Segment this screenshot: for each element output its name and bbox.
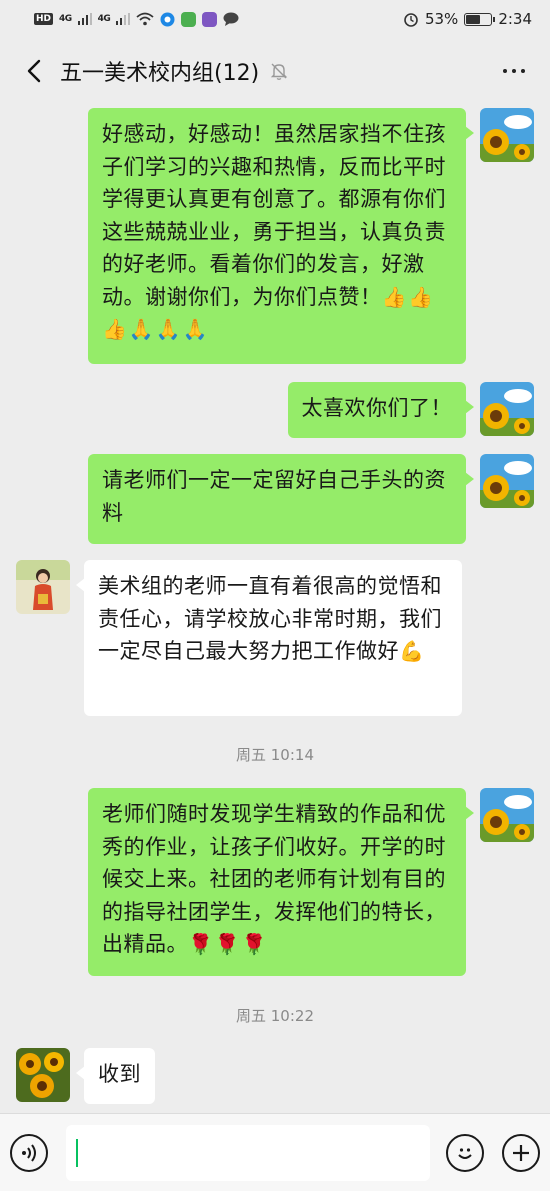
more-button[interactable]	[494, 53, 534, 89]
timestamp: 周五 10:14	[236, 746, 314, 764]
message-bubble[interactable]: 老师们随时发现学生精致的作品和优秀的作业，让孩子们收好。开学的时候交上来。社团的…	[88, 788, 474, 976]
message-bubble[interactable]: 收到	[76, 1048, 155, 1104]
message-row: 美术组的老师一直有着很高的觉悟和责任心，请学校放心非常时期，我们一定尽自己最大努…	[16, 560, 462, 716]
avatar-sunflower[interactable]	[480, 788, 534, 842]
message-bubble-icon	[223, 12, 239, 26]
battery-icon	[464, 12, 496, 26]
message-text: 美术组的老师一直有着很高的觉悟和责任心，请学校放心非常时期，我们一定尽自己最大努…	[98, 574, 442, 663]
avatar-sunflower[interactable]	[480, 382, 534, 436]
message-input[interactable]	[66, 1124, 430, 1181]
message-text: 老师们随时发现学生精致的作品和优秀的作业，让孩子们收好。开学的时候交上来。社团的…	[102, 802, 446, 956]
signal-4g-1: 4G	[59, 14, 72, 24]
signal-4g-2: 4G	[97, 14, 111, 24]
emoji-muscle: 💪	[399, 639, 426, 663]
message-row: 好感动，好感动！虽然居家挡不住孩子们学习的兴趣和热情，反而比平时学得更认真更有创…	[88, 108, 534, 364]
signal-bars-icon	[77, 13, 92, 25]
avatar-sunflower[interactable]	[480, 454, 534, 508]
voice-icon	[22, 1143, 36, 1162]
hd-badge: HD	[34, 13, 54, 25]
more-dot	[521, 69, 525, 73]
voice-button[interactable]	[10, 1133, 48, 1172]
status-right: 53% 2:34	[403, 10, 532, 28]
timestamp: 周五 10:22	[236, 1007, 314, 1025]
add-button[interactable]	[502, 1133, 540, 1172]
more-dot	[512, 69, 516, 73]
mute-bell-icon	[270, 63, 288, 80]
wifi-icon	[136, 12, 154, 26]
battery-percent: 53%	[424, 10, 459, 28]
back-chevron-icon	[27, 59, 41, 83]
message-row: 收到	[16, 1048, 155, 1104]
avatar-woman-photo[interactable]	[16, 560, 70, 614]
more-dot	[503, 69, 507, 73]
video-app-icon	[202, 11, 218, 27]
message-bubble[interactable]: 太喜欢你们了！	[287, 382, 474, 438]
input-bar	[0, 1113, 550, 1191]
status-bar: HD 4G 4G 53% 2:34	[0, 0, 550, 38]
app-notification-icon	[160, 12, 175, 26]
clock-time: 2:34	[498, 10, 532, 28]
message-text: 收到	[98, 1062, 141, 1086]
message-text: 好感动，好感动！虽然居家挡不住孩子们学习的兴趣和热情，反而比平时学得更认真更有创…	[102, 122, 446, 309]
back-button[interactable]	[16, 53, 52, 89]
emoji-face-icon	[458, 1147, 472, 1159]
signal-bars-icon-2	[116, 13, 131, 25]
status-left: HD 4G 4G	[34, 11, 239, 27]
message-text: 太喜欢你们了！	[301, 396, 452, 420]
message-row: 请老师们一定一定留好自己手头的资料	[88, 454, 534, 544]
message-bubble[interactable]: 美术组的老师一直有着很高的觉悟和责任心，请学校放心非常时期，我们一定尽自己最大努…	[76, 560, 462, 716]
emoji-roses: 🌹🌹🌹	[188, 932, 269, 956]
plus-icon	[513, 1144, 529, 1161]
text-caret	[76, 1138, 78, 1167]
message-bubble[interactable]: 请老师们一定一定留好自己手头的资料	[88, 454, 474, 544]
wechat-notify-icon	[181, 11, 197, 27]
message-row: 太喜欢你们了！	[287, 382, 534, 438]
message-text: 请老师们一定一定留好自己手头的资料	[102, 468, 446, 525]
title-bar: 五一美术校内组(12)	[0, 38, 550, 104]
alarm-icon	[404, 13, 418, 27]
avatar-sunflowers-photo[interactable]	[16, 1048, 70, 1102]
emoji-button[interactable]	[446, 1133, 484, 1172]
message-bubble[interactable]: 好感动，好感动！虽然居家挡不住孩子们学习的兴趣和热情，反而比平时学得更认真更有创…	[88, 108, 474, 364]
chat-title: 五一美术校内组(12)	[60, 61, 260, 86]
message-row: 老师们随时发现学生精致的作品和优秀的作业，让孩子们收好。开学的时候交上来。社团的…	[88, 788, 534, 976]
avatar-sunflower[interactable]	[480, 108, 534, 162]
